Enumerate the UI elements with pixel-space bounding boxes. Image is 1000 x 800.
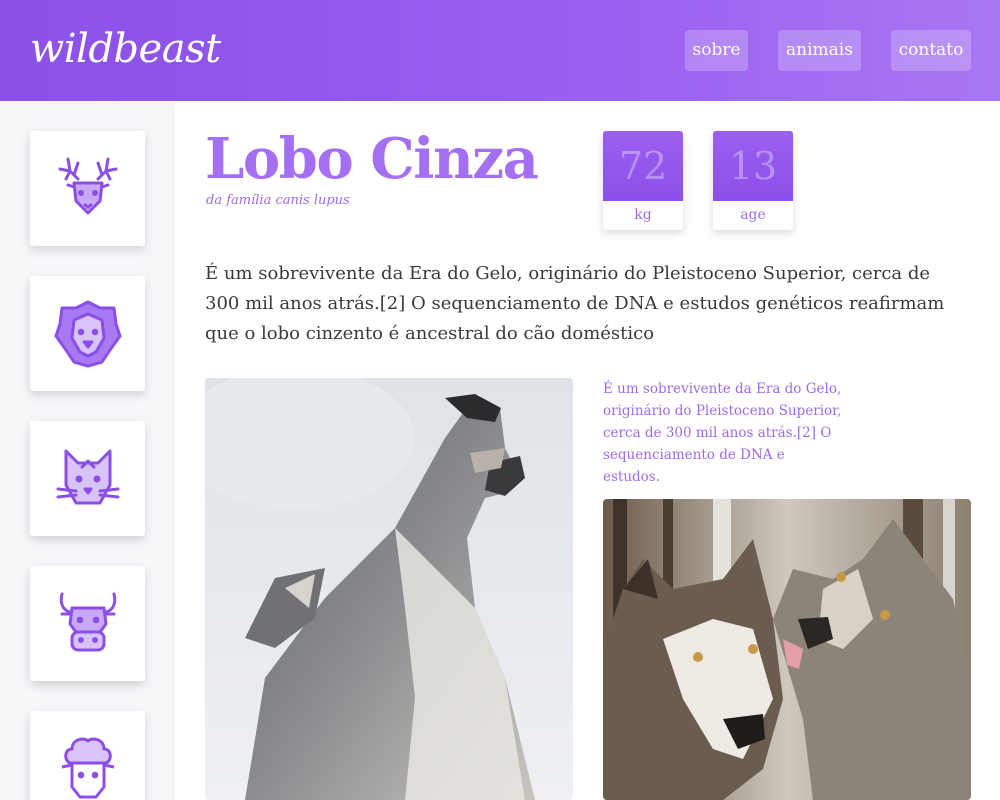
top-header: wildbeast sobre animais contato — [0, 0, 1000, 101]
cat-icon — [56, 449, 119, 504]
animal-sidebar — [0, 101, 175, 800]
wolf-pair-photo — [603, 499, 971, 800]
page-title: Lobo Cinza — [205, 126, 539, 192]
bull-icon — [59, 592, 116, 651]
stat-weight: 72 kg — [603, 131, 683, 230]
sidebar-item-cat[interactable] — [30, 421, 145, 536]
site-logo[interactable]: wildbeast — [30, 26, 221, 72]
photo-caption: É um sobrevivente da Era do Gelo, origin… — [603, 381, 842, 485]
nav-sobre-button[interactable]: sobre — [685, 30, 748, 71]
nav-contato-button[interactable]: contato — [891, 30, 971, 71]
sidebar-item-bull[interactable] — [30, 566, 145, 681]
howling-wolf-photo — [205, 378, 573, 800]
stat-weight-label: kg — [634, 207, 652, 223]
animal-family: da família canis lupus — [206, 193, 350, 208]
wolf-pair-image — [603, 499, 971, 800]
sidebar-item-sheep[interactable] — [30, 711, 145, 800]
lion-icon — [54, 300, 121, 367]
animal-description: É um sobrevivente da Era do Gelo, origin… — [205, 263, 945, 344]
stat-age-label: age — [740, 207, 766, 223]
howling-wolf-image — [205, 378, 573, 800]
sidebar-item-lion[interactable] — [30, 276, 145, 391]
sidebar-item-deer[interactable] — [30, 131, 145, 246]
animal-detail: Lobo Cinza da família canis lupus 72 kg … — [175, 101, 1000, 800]
stat-age: 13 age — [713, 131, 793, 230]
stat-age-value: 13 — [728, 144, 778, 188]
stat-weight-value: 72 — [618, 144, 668, 188]
sheep-icon — [61, 737, 114, 798]
deer-icon — [58, 157, 117, 214]
nav-animais-button[interactable]: animais — [778, 30, 861, 71]
